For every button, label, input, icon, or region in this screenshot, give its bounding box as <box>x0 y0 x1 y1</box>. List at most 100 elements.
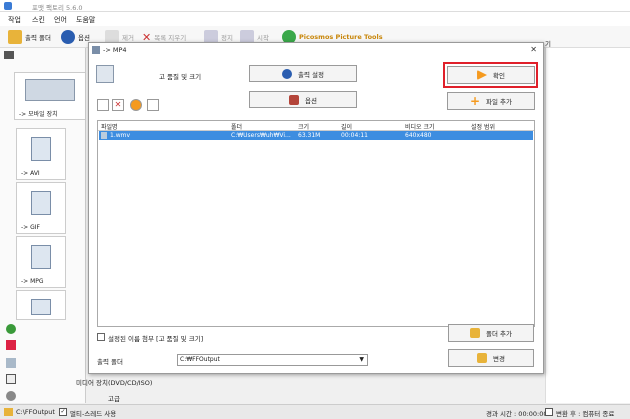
start-label: 시작 <box>257 34 269 42</box>
picture-tools-label: Picosmos Picture Tools <box>299 33 383 41</box>
avi-label: -> AVI <box>21 170 40 177</box>
cell-folder: C:₩Users₩uh₩Vi... <box>231 132 291 139</box>
elapsed-time: 경과 시간 : 00:00:00 <box>486 410 548 418</box>
options-icon <box>61 30 75 44</box>
app-icon <box>4 2 12 10</box>
dialog-icon <box>92 46 100 54</box>
after-convert-label: 변환 후 : 컴퓨터 종료 <box>556 410 615 418</box>
menu-language[interactable]: 언어 <box>54 15 67 25</box>
settings-icon <box>282 68 292 79</box>
clear-x-icon: ✕ <box>114 100 122 109</box>
menu-task[interactable]: 작업 <box>8 15 21 25</box>
ok-highlight-box <box>443 62 538 88</box>
menu-bar: 작업 스킨 언어 도움말 <box>0 12 630 26</box>
menu-help[interactable]: 도움말 <box>76 15 95 25</box>
folder-icon <box>8 30 22 44</box>
add-file-button[interactable]: + 파일 추가 <box>447 92 535 110</box>
media-device-label[interactable]: 미디어 장치(DVD/CD/ISO) <box>76 377 152 387</box>
dialog-title-bar: -> MP4 ✕ <box>89 43 543 57</box>
mobile-device-label: -> 모바일 장치 <box>19 111 58 118</box>
cell-video-size: 640x480 <box>405 132 432 139</box>
clear-list-label: 목록 지우기 <box>154 34 187 42</box>
plus-icon: + <box>469 94 481 108</box>
output-settings-label: 출력 설정 <box>298 70 324 79</box>
mpg-label: -> MPG <box>21 278 44 285</box>
col-size[interactable]: 크기 <box>298 122 309 131</box>
table-row[interactable]: 1.wmv C:₩Users₩uh₩Vi... 63.31M 00:04:11 … <box>99 131 533 140</box>
add-folder-button[interactable]: 폴더 추가 <box>448 324 534 342</box>
output-settings-button[interactable]: 출력 설정 <box>249 65 357 82</box>
left-panel: -> 모바일 장치 -> AVI -> GIF -> MPG <box>0 48 86 403</box>
pdf-tile[interactable] <box>16 290 66 320</box>
add-file-label: 파일 추가 <box>486 98 513 106</box>
options-label: 옵션 <box>78 34 90 42</box>
add-folder-label: 폴더 추가 <box>486 330 512 338</box>
audio-icon[interactable] <box>6 324 16 334</box>
status-bar: C:\FFOutput ✓ 멀티-스레드 사용 경과 시간 : 00:00:00… <box>0 404 630 419</box>
document-icon[interactable] <box>6 358 16 368</box>
right-header-fragment: 기 <box>545 40 551 48</box>
change-button[interactable]: 변경 <box>448 349 534 367</box>
output-folder-value: C:₩FFOutput <box>180 356 220 363</box>
multithread-checkbox[interactable]: ✓ <box>59 408 67 416</box>
media-info-button[interactable] <box>147 99 159 111</box>
col-duration[interactable]: 길이 <box>341 122 352 131</box>
shutdown-checkbox[interactable] <box>545 408 553 416</box>
multithread-label: 멀티-스레드 사용 <box>70 410 117 418</box>
col-video-size[interactable]: 비디오 크기 <box>405 122 435 131</box>
options-button[interactable]: 옵션 <box>249 91 357 108</box>
options-icon <box>289 94 300 105</box>
append-setting-label: 설정된 이름 첨부 [고 품질 및 크기] <box>108 335 204 343</box>
task-list-area <box>545 48 630 403</box>
app-title: 포맷 팩토리 5.6.0 <box>32 4 83 12</box>
options-toolbar-button[interactable]: 옵션 <box>61 30 90 44</box>
dialog-title: -> MP4 <box>103 46 127 54</box>
film-icon <box>4 51 14 59</box>
mp4-format-icon <box>96 65 114 83</box>
output-folder-label: 출력 폴더 <box>25 34 51 42</box>
folder-icon <box>4 408 13 416</box>
close-icon[interactable]: ✕ <box>530 45 537 54</box>
append-setting-checkbox[interactable] <box>97 333 105 341</box>
mpg-file-icon <box>31 245 51 269</box>
advanced-icon[interactable] <box>6 391 16 401</box>
folder-add-icon <box>470 328 480 338</box>
output-folder-label: 출력 폴더 <box>97 358 123 366</box>
quality-label: 고 품질 및 크기 <box>159 73 202 81</box>
status-output-path[interactable]: C:\FFOutput <box>16 408 55 416</box>
cell-filename: 1.wmv <box>110 132 131 139</box>
mpg-tile[interactable]: -> MPG <box>16 236 66 288</box>
rom-device-icon[interactable] <box>6 374 16 384</box>
output-folder-select[interactable]: C:₩FFOutput ▼ <box>177 354 368 366</box>
mobile-device-tile[interactable]: -> 모바일 장치 <box>14 72 86 120</box>
col-range[interactable]: 설정 범위 <box>471 122 495 131</box>
avi-file-icon <box>31 137 51 161</box>
gif-file-icon <box>31 191 51 215</box>
video-file-icon <box>101 132 107 139</box>
options-button-label: 옵션 <box>305 96 317 105</box>
output-folder-button[interactable]: 출력 폴더 <box>8 30 51 44</box>
file-table: 파일명 폴더 크기 길이 비디오 크기 설정 범위 1.wmv C:₩Users… <box>97 120 535 327</box>
remove-file-button[interactable] <box>97 99 109 111</box>
gif-tile[interactable]: -> GIF <box>16 182 66 234</box>
cell-duration: 00:04:11 <box>341 132 368 139</box>
advanced-label[interactable]: 고급 <box>108 393 120 403</box>
col-filename[interactable]: 파일명 <box>101 122 118 131</box>
play-button[interactable] <box>130 99 142 111</box>
table-header: 파일명 폴더 크기 길이 비디오 크기 설정 범위 <box>98 121 534 131</box>
image-icon[interactable] <box>6 340 16 350</box>
menu-skin[interactable]: 스킨 <box>32 15 45 25</box>
change-label: 변경 <box>493 355 505 363</box>
pdf-file-icon <box>31 299 51 315</box>
cell-size: 63.31M <box>298 132 321 139</box>
folder-icon <box>477 353 488 363</box>
chevron-down-icon: ▼ <box>359 356 364 363</box>
clear-files-button[interactable]: ✕ <box>112 99 124 111</box>
stop-label: 정지 <box>221 34 233 42</box>
mobile-devices-icon <box>25 79 75 101</box>
mp4-dialog: -> MP4 ✕ 고 품질 및 크기 출력 설정 옵션 확인 + 파일 추가 ✕… <box>88 42 544 374</box>
col-folder[interactable]: 폴더 <box>231 122 242 131</box>
gif-label: -> GIF <box>21 224 40 231</box>
avi-tile[interactable]: -> AVI <box>16 128 66 180</box>
remove-label: 제거 <box>122 34 134 42</box>
